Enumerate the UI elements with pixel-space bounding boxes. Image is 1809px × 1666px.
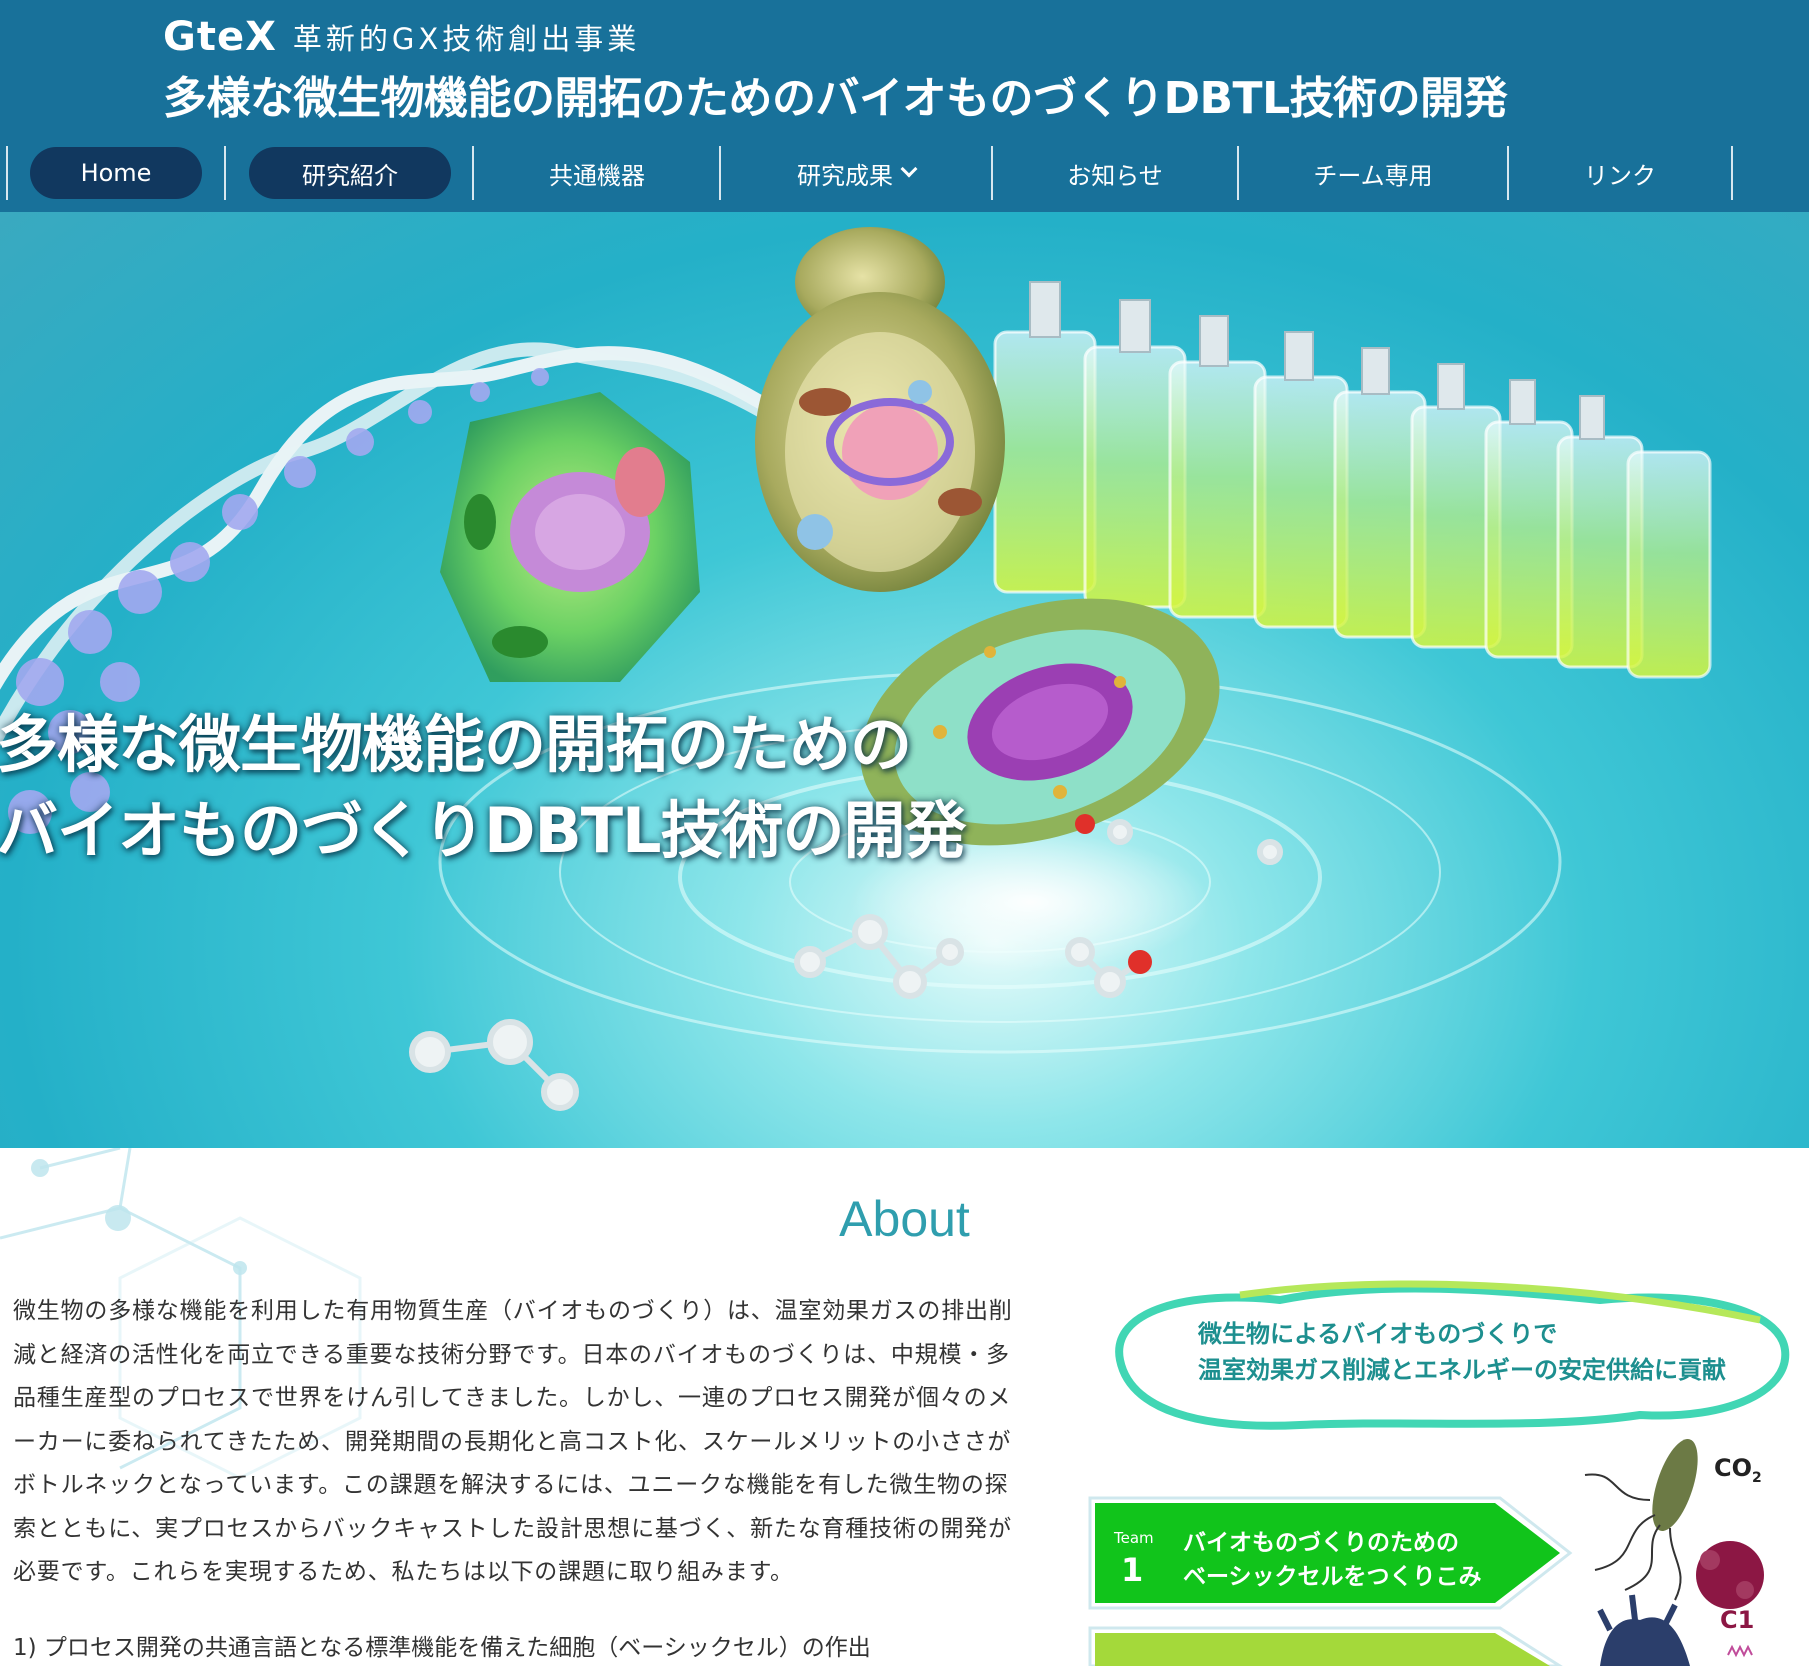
team-label: Team [1114,1529,1154,1547]
team-line-2: ベーシックセルをつくりこみ [1183,1564,1482,1590]
about-line: 品種生産型のプロセスで世界をけん引してきました。しかし、一連のプロセス開発が個々… [13,1385,1012,1411]
figure-cloud-caption: 微生物によるバイオものづくりで 温室効果ガス削減とエネルギーの安定供給に貢献 [1198,1316,1726,1388]
nav-team-only-label: チーム専用 [1313,161,1433,190]
site-title[interactable]: 多様な微生物機能の開拓のためのバイオものづくりDBTL技術の開発 [163,62,1508,126]
cloud-line-1: 微生物によるバイオものづくりで [1198,1320,1558,1348]
nav-links[interactable]: リンク [1509,144,1731,202]
gtex-logo[interactable]: GteX [163,14,277,60]
nav-research-label: 研究紹介 [302,161,398,190]
nav-links-label: リンク [1584,161,1656,190]
nav-results-label: 研究成果 [797,161,893,190]
about-paragraph: 微生物の多様な機能を利用した有用物質生産（バイオものづくり）は、温室効果ガスの排… [13,1290,1025,1595]
about-heading: About [839,1191,970,1247]
nav-divider [1731,146,1733,200]
nav-news[interactable]: お知らせ [993,144,1237,202]
about-line: 減と経済の活性化を両立できる重要な技術分野です。日本のバイオものづくりは、中規模… [13,1341,1010,1368]
nav-results[interactable]: 研究成果 [721,144,991,202]
chevron-down-icon[interactable] [900,160,918,178]
about-line: ーカーに委ねられてきたため、開発期間の長期化と高コスト化、スケールメリットの小さ… [13,1428,1012,1455]
yeast-cell [755,227,1005,592]
about-line: ボトルネックとなっています。この課題を解決するには、ユニークな機能を有した微生物… [13,1472,1009,1498]
co2-label: CO2 [1714,1454,1762,1486]
hero-illustration [0,227,1712,1111]
hero-line-1: 多様な微生物機能の開拓のための [0,708,912,781]
plant-cell [440,392,700,682]
nav-divider [6,146,8,200]
nav-news-label: お知らせ [1067,161,1163,190]
team-1-description: バイオものづくりのための ベーシックセルをつくりこみ [1183,1526,1482,1594]
team-number: 1 [1121,1551,1144,1589]
nav-equipment[interactable]: 共通機器 [474,144,720,202]
about-line: 微生物の多様な機能を利用した有用物質生産（バイオものづくり）は、温室効果ガスの排… [13,1298,1013,1324]
nav-equipment-label: 共通機器 [549,161,645,190]
co2-subscript: 2 [1752,1469,1762,1486]
nav-home[interactable]: Home [30,147,202,199]
nav-team-only[interactable]: チーム専用 [1239,144,1507,202]
nav-research[interactable]: 研究紹介 [249,147,451,199]
hero-banner: 多様な微生物機能の開拓のための バイオものづくりDBTL技術の開発 [0,212,1809,1148]
c1-label: C1 [1720,1606,1755,1634]
team-line-1: バイオものづくりのための [1183,1530,1459,1556]
hero-line-2: バイオものづくりDBTL技術の開発 [0,794,967,867]
about-list-item: 1) プロセス開発の共通言語となる標準機能を備えた細胞（ベーシックセル）の作出 [13,1635,871,1661]
main-nav: Home 研究紹介 共通機器 研究成果 お知らせ チーム専用 リンク [0,144,1809,202]
brand[interactable]: GteX 革新的GX技術創出事業 [163,14,640,60]
tagline: 革新的GX技術創出事業 [292,22,641,56]
cloud-line-2: 温室効果ガス削減とエネルギーの安定供給に貢献 [1198,1356,1726,1384]
nav-divider [224,146,226,200]
hero-headline: 多様な微生物機能の開拓のための バイオものづくりDBTL技術の開発 [0,702,967,874]
about-line: 索とともに、実プロセスからバックキャストした設計思想に基づく、新たな育種技術の開… [13,1515,1012,1542]
nav-home-label: Home [80,159,152,187]
about-line: 必要です。これらを実現するため、私たちは以下の課題に取り組みます。 [13,1559,794,1585]
co2-text: CO [1714,1454,1753,1482]
site-header: GteX 革新的GX技術創出事業 多様な微生物機能の開拓のためのバイオものづくり… [0,0,1809,212]
